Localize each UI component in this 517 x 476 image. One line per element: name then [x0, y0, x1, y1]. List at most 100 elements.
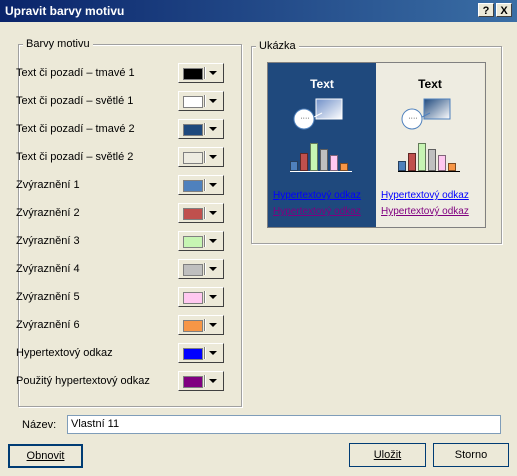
color-row: Zvýraznění 5	[10, 287, 224, 307]
sample-group-title: Ukázka	[256, 40, 299, 52]
picker-separator	[204, 123, 206, 135]
dark-bar-4	[320, 149, 328, 171]
window-title: Upravit barvy motivu	[5, 4, 125, 18]
light-bar-chart	[398, 141, 468, 171]
name-label: Název:	[22, 419, 57, 431]
picker-separator	[204, 67, 206, 79]
color-swatch	[183, 208, 203, 220]
color-row-label: Použitý hypertextový odkaz	[16, 375, 150, 387]
color-picker-button[interactable]	[178, 91, 224, 111]
color-picker-button[interactable]	[178, 175, 224, 195]
light-link: Hypertextový odkaz	[381, 190, 469, 201]
dark-bar-3	[310, 143, 318, 171]
picker-separator	[204, 151, 206, 163]
dark-axis	[290, 171, 352, 172]
save-button-label: Uložit	[373, 449, 402, 461]
color-row: Text či pozadí – tmavé 2	[10, 119, 224, 139]
color-swatch	[183, 124, 203, 136]
chevron-down-icon	[209, 71, 217, 75]
title-bar: Upravit barvy motivu ? X	[0, 0, 517, 22]
color-row-label: Zvýraznění 3	[16, 235, 80, 247]
color-picker-button[interactable]	[178, 147, 224, 167]
color-picker-button[interactable]	[178, 231, 224, 251]
color-picker-button[interactable]	[178, 259, 224, 279]
dark-bar-6	[340, 163, 348, 171]
chevron-down-icon	[209, 99, 217, 103]
color-row-label: Text či pozadí – tmavé 2	[16, 123, 135, 135]
color-row-label: Zvýraznění 2	[16, 207, 80, 219]
chevron-down-icon	[209, 211, 217, 215]
chevron-down-icon	[209, 267, 217, 271]
color-swatch	[183, 96, 203, 108]
color-row-label: Zvýraznění 1	[16, 179, 80, 191]
dark-bubble-text: ····	[300, 115, 310, 122]
color-row-label: Hypertextový odkaz	[16, 347, 113, 359]
reset-button-label: Obnovit	[26, 450, 65, 462]
color-picker-button[interactable]	[178, 371, 224, 391]
chevron-down-icon	[209, 323, 217, 327]
color-row-label: Text či pozadí – světlé 2	[16, 151, 134, 163]
chevron-down-icon	[209, 351, 217, 355]
color-row: Zvýraznění 6	[10, 315, 224, 335]
picker-separator	[204, 375, 206, 387]
light-bar-6	[448, 163, 456, 171]
sample-light-text: Text	[418, 77, 442, 91]
save-button[interactable]: Uložit	[349, 443, 426, 467]
cancel-button-label: Storno	[454, 449, 488, 461]
sample-preview: Text ···· Hypertextový odkaz Hypertextov…	[267, 62, 486, 228]
color-swatch	[183, 236, 203, 248]
sample-dark-panel: Text ···· Hypertextový odkaz Hypertextov…	[268, 63, 376, 227]
chevron-down-icon	[209, 295, 217, 299]
color-swatch	[183, 152, 203, 164]
color-picker-button[interactable]	[178, 343, 224, 363]
color-swatch	[183, 376, 203, 388]
light-bar-1	[398, 161, 406, 171]
picker-separator	[204, 319, 206, 331]
color-row: Zvýraznění 1	[10, 175, 224, 195]
theme-colors-group-title: Barvy motivu	[23, 38, 93, 50]
color-row: Použitý hypertextový odkaz	[10, 371, 224, 391]
color-row-label: Text či pozadí – tmavé 1	[16, 67, 135, 79]
help-button[interactable]: ?	[478, 3, 494, 17]
chevron-down-icon	[209, 155, 217, 159]
dark-link: Hypertextový odkaz	[273, 190, 361, 201]
color-row-label: Zvýraznění 4	[16, 263, 80, 275]
light-bubble-text: ····	[408, 115, 418, 122]
color-row: Hypertextový odkaz	[10, 343, 224, 363]
picker-separator	[204, 179, 206, 191]
chevron-down-icon	[209, 239, 217, 243]
color-swatch	[183, 180, 203, 192]
light-bar-3	[418, 143, 426, 171]
dark-bar-2	[300, 153, 308, 171]
close-button[interactable]: X	[496, 3, 512, 17]
color-picker-button[interactable]	[178, 63, 224, 83]
cancel-button[interactable]: Storno	[433, 443, 509, 467]
chevron-down-icon	[209, 127, 217, 131]
color-row-label: Text či pozadí – světlé 1	[16, 95, 134, 107]
picker-separator	[204, 235, 206, 247]
light-axis	[398, 171, 460, 172]
color-picker-button[interactable]	[178, 119, 224, 139]
color-picker-button[interactable]	[178, 287, 224, 307]
color-row: Text či pozadí – světlé 1	[10, 91, 224, 111]
color-picker-button[interactable]	[178, 203, 224, 223]
light-bar-2	[408, 153, 416, 171]
picker-separator	[204, 263, 206, 275]
name-input[interactable]: Vlastní 11	[67, 415, 501, 434]
color-row: Text či pozadí – tmavé 1	[10, 63, 224, 83]
picker-separator	[204, 291, 206, 303]
reset-button[interactable]: Obnovit	[8, 444, 83, 468]
color-row: Zvýraznění 3	[10, 231, 224, 251]
light-bar-5	[438, 155, 446, 171]
sample-light-panel: Text ···· Hypertextový odkaz Hypertextov…	[376, 63, 484, 227]
color-row-label: Zvýraznění 6	[16, 319, 80, 331]
color-picker-button[interactable]	[178, 315, 224, 335]
chevron-down-icon	[209, 379, 217, 383]
dark-bar-5	[330, 155, 338, 171]
color-row: Zvýraznění 2	[10, 203, 224, 223]
picker-separator	[204, 95, 206, 107]
dark-bar-chart	[290, 141, 360, 171]
color-swatch	[183, 292, 203, 304]
sample-dark-text: Text	[310, 77, 334, 91]
dark-visited-link: Hypertextový odkaz	[273, 206, 361, 217]
